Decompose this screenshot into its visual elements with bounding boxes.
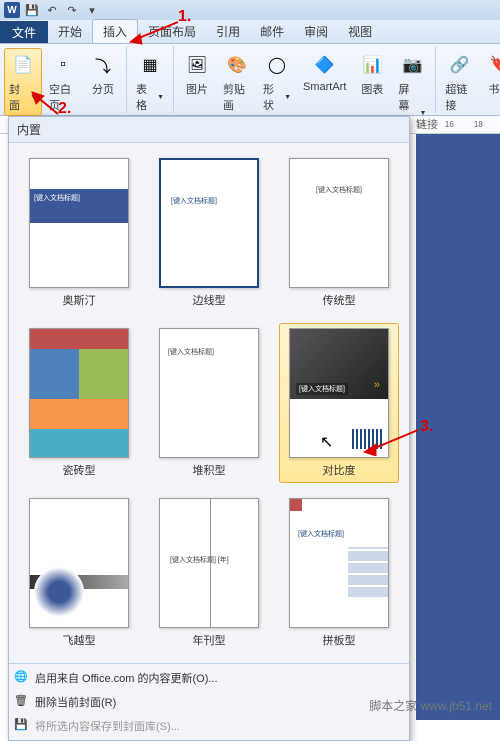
watermark: 脚本之家 www.jb51.net xyxy=(369,697,492,714)
tab-review[interactable]: 审阅 xyxy=(294,20,338,43)
save-icon[interactable]: 💾 xyxy=(24,2,40,18)
group-links: 🔗超链接 🔖书签 xyxy=(436,46,500,113)
remove-icon: 🗑 xyxy=(13,692,29,708)
tab-strip: 文件 开始 插入 页面布局 引用 邮件 审阅 视图 xyxy=(0,20,500,44)
hyperlink-icon: 🔗 xyxy=(445,51,473,79)
template-fly[interactable]: 飞越型 xyxy=(19,493,139,653)
smartart-icon: 🔷 xyxy=(311,51,339,79)
document-area xyxy=(416,134,500,720)
cover-page-icon: 📄 xyxy=(9,51,37,79)
chevron-down-icon: ▼ xyxy=(30,94,37,101)
bookmark-button[interactable]: 🔖书签 xyxy=(480,48,500,116)
tab-layout[interactable]: 页面布局 xyxy=(138,20,206,43)
page-break-icon: ⤵ xyxy=(89,51,117,79)
clipart-icon: 🎨 xyxy=(223,51,251,79)
group-tables: ▦ 表格▼ xyxy=(127,46,174,113)
tab-insert[interactable]: 插入 xyxy=(92,19,138,43)
bookmark-icon: 🔖 xyxy=(485,51,500,79)
screenshot-icon: 📷 xyxy=(398,51,426,79)
picture-icon: 🖼 xyxy=(183,51,211,79)
undo-icon[interactable]: ↶ xyxy=(44,2,60,18)
tab-home[interactable]: 开始 xyxy=(48,20,92,43)
tab-mail[interactable]: 邮件 xyxy=(250,20,294,43)
save-gallery-icon: 💾 xyxy=(13,716,29,732)
template-austin[interactable]: [键入文档标题] 奥斯汀 xyxy=(19,153,139,313)
ribbon: 📄 封面▼ ▫ 空白页 ⤵ 分页 ▦ 表格▼ 🖼图片 🎨剪贴画 ◯形状▼ 🔷Sm… xyxy=(0,44,500,116)
page-break-button[interactable]: ⤵ 分页 xyxy=(84,48,122,116)
blank-page-icon: ▫ xyxy=(49,51,77,79)
tab-view[interactable]: 视图 xyxy=(338,20,382,43)
group-pages: 📄 封面▼ ▫ 空白页 ⤵ 分页 xyxy=(0,46,127,113)
tab-file[interactable]: 文件 xyxy=(0,21,48,43)
table-button[interactable]: ▦ 表格▼ xyxy=(131,48,169,116)
cover-page-button[interactable]: 📄 封面▼ xyxy=(4,48,42,116)
template-contrast[interactable]: [键入文档标题]» 对比度 xyxy=(279,323,399,483)
tab-references[interactable]: 引用 xyxy=(206,20,250,43)
redo-icon[interactable]: ↷ xyxy=(64,2,80,18)
template-stack[interactable]: [键入文档标题] 堆积型 xyxy=(149,323,269,483)
table-icon: ▦ xyxy=(136,51,164,79)
cover-page-gallery: 内置 [键入文档标题] 奥斯汀 [键入文档标题] 边线型 [键入文档标题] 传统… xyxy=(8,116,410,741)
hyperlink-button[interactable]: 🔗超链接 xyxy=(440,48,478,116)
gallery-footer: 🌐启用来自 Office.com 的内容更新(O)... 🗑删除当前封面(R) … xyxy=(9,663,409,740)
template-border[interactable]: [键入文档标题] 边线型 xyxy=(149,153,269,313)
links-group-label: 链接 xyxy=(416,116,438,132)
template-annual[interactable]: [键入文档标题] [年] 年刊型 xyxy=(149,493,269,653)
word-icon: W xyxy=(4,2,20,18)
qat-dropdown-icon[interactable]: ▾ xyxy=(84,2,100,18)
gallery-header: 内置 xyxy=(9,117,409,143)
globe-icon: 🌐 xyxy=(13,668,29,684)
chart-icon: 📊 xyxy=(358,51,386,79)
title-bar: W 💾 ↶ ↷ ▾ xyxy=(0,0,500,20)
group-illustrations: 🖼图片 🎨剪贴画 ◯形状▼ 🔷SmartArt 📊图表 📷屏幕截图▼ xyxy=(174,46,436,113)
blank-page-button[interactable]: ▫ 空白页 xyxy=(44,48,82,116)
office-updates-item[interactable]: 🌐启用来自 Office.com 的内容更新(O)... xyxy=(9,666,409,690)
template-tiles[interactable]: 瓷砖型 xyxy=(19,323,139,483)
gallery-grid: [键入文档标题] 奥斯汀 [键入文档标题] 边线型 [键入文档标题] 传统型 瓷… xyxy=(9,143,409,663)
shapes-icon: ◯ xyxy=(263,51,291,79)
save-to-gallery-item: 💾将所选内容保存到封面库(S)... xyxy=(9,714,409,738)
remove-cover-item[interactable]: 🗑删除当前封面(R) xyxy=(9,690,409,714)
template-puzzle[interactable]: [键入文档标题] 拼板型 xyxy=(279,493,399,653)
template-traditional[interactable]: [键入文档标题] 传统型 xyxy=(279,153,399,313)
